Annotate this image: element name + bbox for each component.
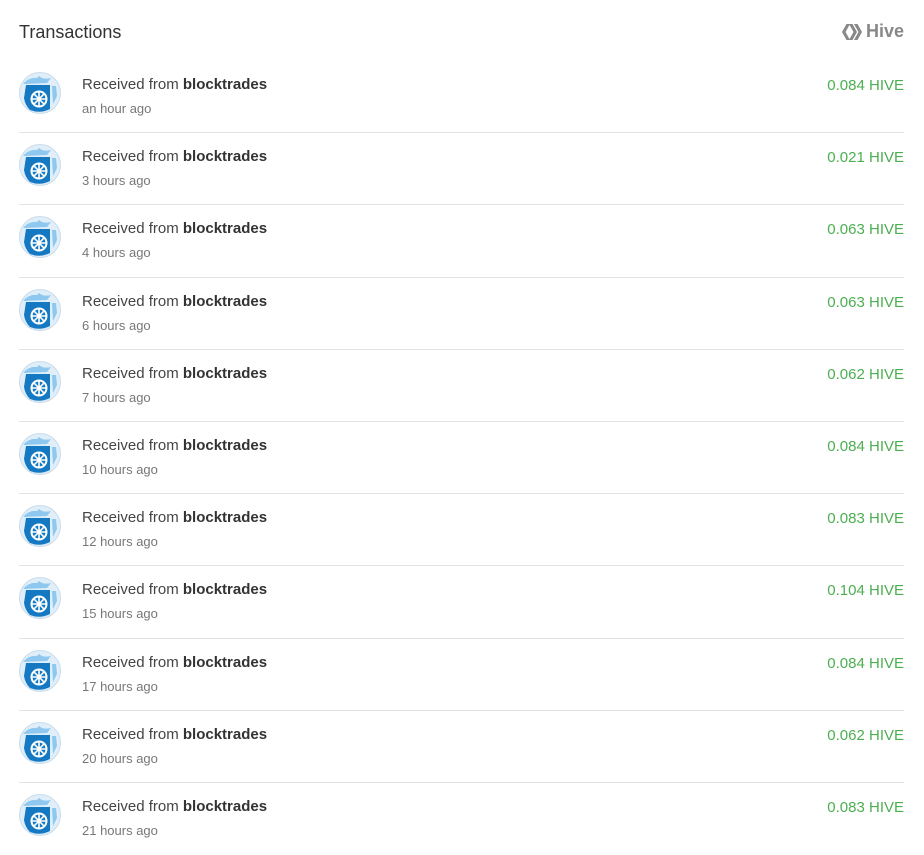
transaction-prefix: Received from: [82, 436, 179, 454]
brand-label: Hive: [865, 21, 904, 41]
transaction-prefix: Received from: [82, 364, 179, 382]
transaction-time: 21 hours ago: [82, 822, 158, 838]
transaction-description: Received from blocktrades: [82, 76, 267, 93]
transaction-description: Received from blocktrades: [82, 581, 267, 598]
transaction-description: Received from blocktrades: [82, 726, 267, 743]
counterparty-link[interactable]: blocktrades: [183, 437, 267, 454]
transaction-amount: 0.084 HIVE: [827, 654, 904, 672]
transaction-description: Received from blocktrades: [82, 148, 267, 165]
transaction-time: 6 hours ago: [82, 317, 151, 333]
transaction-prefix: Received from: [82, 581, 179, 599]
transaction-time: 17 hours ago: [82, 678, 158, 694]
counterparty-link[interactable]: blocktrades: [183, 509, 267, 526]
transaction-description: Received from blocktrades: [82, 509, 267, 526]
transactions-panel: Transactions Hive Received from blocktra…: [19, 0, 904, 850]
counterparty-link[interactable]: blocktrades: [183, 365, 267, 382]
transaction-row[interactable]: Received from blocktrades 17 hours ago 0…: [19, 639, 904, 711]
transaction-time: 7 hours ago: [82, 389, 151, 405]
transaction-row[interactable]: Received from blocktrades an hour ago 0.…: [19, 61, 904, 134]
transaction-prefix: Received from: [82, 509, 179, 527]
blocktrades-avatar-icon[interactable]: [19, 432, 61, 475]
transaction-time: 20 hours ago: [82, 750, 158, 766]
transaction-amount: 0.083 HIVE: [827, 510, 904, 528]
transaction-description: Received from blocktrades: [82, 654, 267, 671]
brand-link[interactable]: Hive: [841, 21, 904, 42]
transactions-header: Transactions Hive: [19, 18, 904, 48]
transaction-time: 10 hours ago: [82, 461, 158, 477]
blocktrades-avatar-icon[interactable]: [19, 216, 61, 259]
transaction-list: Received from blocktrades an hour ago 0.…: [19, 61, 904, 855]
blocktrades-avatar-icon[interactable]: [19, 72, 61, 114]
transaction-description: Received from blocktrades: [82, 365, 267, 382]
blocktrades-avatar-icon[interactable]: [19, 721, 61, 764]
transaction-amount: 0.084 HIVE: [827, 437, 904, 455]
counterparty-link[interactable]: blocktrades: [183, 581, 267, 598]
transaction-time: 12 hours ago: [82, 534, 158, 550]
hive-logo-icon: [841, 23, 862, 41]
transaction-amount: 0.062 HIVE: [827, 365, 904, 383]
page-title: Transactions: [19, 22, 122, 42]
transaction-prefix: Received from: [82, 653, 179, 671]
transaction-row[interactable]: Received from blocktrades 21 hours ago 0…: [19, 783, 904, 855]
counterparty-link[interactable]: blocktrades: [183, 148, 267, 165]
transaction-row[interactable]: Received from blocktrades 15 hours ago 0…: [19, 566, 904, 639]
transaction-description: Received from blocktrades: [82, 437, 267, 454]
transaction-amount: 0.083 HIVE: [827, 798, 904, 816]
transaction-time: 4 hours ago: [82, 245, 151, 261]
counterparty-link[interactable]: blocktrades: [183, 220, 267, 237]
transaction-time: 3 hours ago: [82, 173, 151, 189]
transaction-amount: 0.062 HIVE: [827, 726, 904, 744]
transaction-row[interactable]: Received from blocktrades 4 hours ago 0.…: [19, 205, 904, 278]
transaction-row[interactable]: Received from blocktrades 10 hours ago 0…: [19, 422, 904, 495]
transaction-prefix: Received from: [82, 220, 179, 238]
counterparty-link[interactable]: blocktrades: [183, 798, 267, 815]
transaction-row[interactable]: Received from blocktrades 6 hours ago 0.…: [19, 278, 904, 350]
transaction-time: 15 hours ago: [82, 606, 158, 622]
counterparty-link[interactable]: blocktrades: [183, 654, 267, 671]
transaction-amount: 0.063 HIVE: [827, 221, 904, 239]
transaction-row[interactable]: Received from blocktrades 7 hours ago 0.…: [19, 350, 904, 422]
transaction-amount: 0.063 HIVE: [827, 293, 904, 311]
transaction-time: an hour ago: [82, 101, 152, 116]
counterparty-link[interactable]: blocktrades: [183, 293, 267, 310]
transaction-row[interactable]: Received from blocktrades 3 hours ago 0.…: [19, 133, 904, 206]
transaction-prefix: Received from: [82, 148, 179, 166]
transaction-amount: 0.084 HIVE: [827, 77, 904, 94]
blocktrades-avatar-icon[interactable]: [19, 360, 61, 403]
blocktrades-avatar-icon[interactable]: [19, 577, 61, 620]
transaction-description: Received from blocktrades: [82, 798, 267, 815]
transaction-description: Received from blocktrades: [82, 293, 267, 310]
transaction-amount: 0.021 HIVE: [827, 149, 904, 167]
blocktrades-avatar-icon[interactable]: [19, 649, 61, 692]
blocktrades-avatar-icon[interactable]: [19, 793, 61, 836]
transaction-prefix: Received from: [82, 76, 179, 93]
transaction-row[interactable]: Received from blocktrades 20 hours ago 0…: [19, 711, 904, 783]
counterparty-link[interactable]: blocktrades: [183, 726, 267, 743]
transaction-description: Received from blocktrades: [82, 220, 267, 237]
transaction-prefix: Received from: [82, 725, 179, 743]
transaction-prefix: Received from: [82, 797, 179, 815]
transaction-row[interactable]: Received from blocktrades 12 hours ago 0…: [19, 494, 904, 567]
transaction-amount: 0.104 HIVE: [827, 582, 904, 600]
blocktrades-avatar-icon[interactable]: [19, 505, 61, 548]
counterparty-link[interactable]: blocktrades: [183, 76, 267, 93]
blocktrades-avatar-icon[interactable]: [19, 144, 61, 187]
blocktrades-avatar-icon[interactable]: [19, 288, 61, 331]
transaction-prefix: Received from: [82, 292, 179, 310]
